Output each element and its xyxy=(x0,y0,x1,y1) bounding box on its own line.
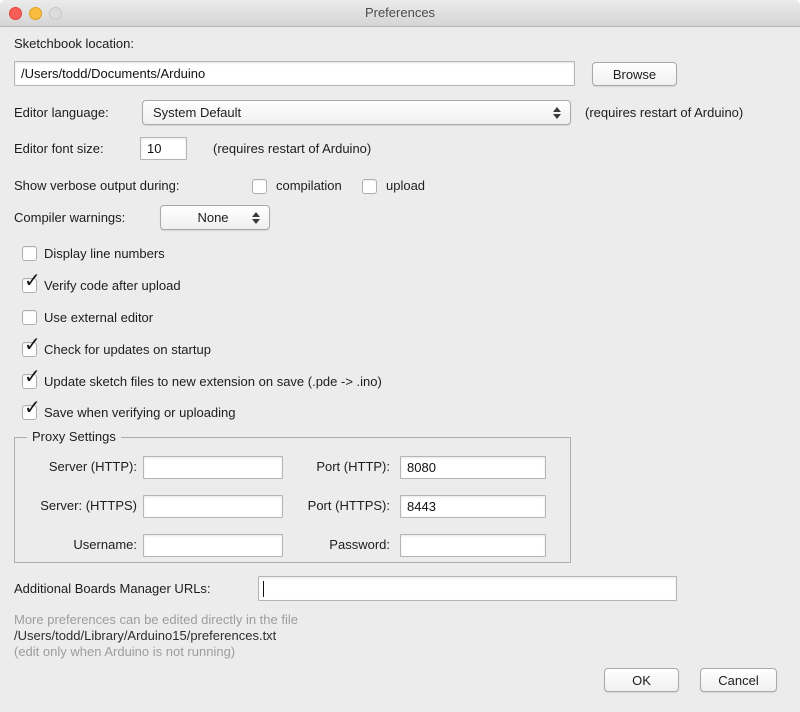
checkmark-icon: ✓ xyxy=(24,334,41,354)
editor-font-size-note: (requires restart of Arduino) xyxy=(213,141,371,157)
display-line-numbers-checkbox[interactable]: ✓ xyxy=(22,246,37,261)
sketchbook-location-label: Sketchbook location: xyxy=(14,36,134,52)
preferences-dialog: Preferences Sketchbook location: Browse … xyxy=(0,0,800,712)
use-external-editor-checkbox[interactable]: ✓ xyxy=(22,310,37,325)
boards-manager-urls-input[interactable] xyxy=(258,576,677,601)
compiler-warnings-select[interactable]: None xyxy=(160,205,270,230)
display-line-numbers-label: Display line numbers xyxy=(44,246,165,262)
password-input[interactable] xyxy=(400,534,546,557)
check-for-updates-label: Check for updates on startup xyxy=(44,342,211,358)
checkmark-icon: ✓ xyxy=(24,397,41,417)
stepper-arrows-icon xyxy=(252,206,260,229)
compilation-checkbox-label: compilation xyxy=(276,178,342,194)
editor-font-size-label: Editor font size: xyxy=(14,141,104,157)
username-label: Username: xyxy=(14,537,137,553)
checkmark-icon: ✓ xyxy=(24,270,41,290)
ok-button[interactable]: OK xyxy=(604,668,679,692)
verify-code-after-upload-checkbox[interactable]: ✓ xyxy=(22,278,37,293)
proxy-settings-legend: Proxy Settings xyxy=(27,429,121,445)
username-input[interactable] xyxy=(143,534,283,557)
title-bar[interactable]: Preferences xyxy=(0,0,800,27)
browse-button[interactable]: Browse xyxy=(592,62,677,86)
editor-language-label: Editor language: xyxy=(14,105,109,121)
port-http-input[interactable] xyxy=(400,456,546,479)
window-controls xyxy=(9,7,62,20)
stepper-arrows-icon xyxy=(553,101,561,124)
upload-checkbox-label: upload xyxy=(386,178,425,194)
footer-note-line1: More preferences can be edited directly … xyxy=(14,612,298,628)
server-http-label: Server (HTTP): xyxy=(14,459,137,475)
editor-language-note: (requires restart of Arduino) xyxy=(585,105,743,121)
save-when-verifying-label: Save when verifying or uploading xyxy=(44,405,236,421)
boards-manager-urls-label: Additional Boards Manager URLs: xyxy=(14,581,211,597)
port-http-label: Port (HTTP): xyxy=(290,459,390,475)
check-for-updates-checkbox[interactable]: ✓ xyxy=(22,342,37,357)
footer-note-line3: (edit only when Arduino is not running) xyxy=(14,644,235,660)
save-when-verifying-checkbox[interactable]: ✓ xyxy=(22,405,37,420)
use-external-editor-label: Use external editor xyxy=(44,310,153,326)
sketchbook-location-input[interactable] xyxy=(14,61,575,86)
window-title: Preferences xyxy=(0,0,800,26)
editor-language-select[interactable]: System Default xyxy=(142,100,571,125)
cancel-button[interactable]: Cancel xyxy=(700,668,777,692)
compilation-checkbox[interactable]: ✓ xyxy=(252,179,267,194)
port-https-input[interactable] xyxy=(400,495,546,518)
checkmark-icon: ✓ xyxy=(24,366,41,386)
server-http-input[interactable] xyxy=(143,456,283,479)
editor-font-size-input[interactable] xyxy=(140,137,187,160)
verify-code-after-upload-label: Verify code after upload xyxy=(44,278,181,294)
update-sketch-files-checkbox[interactable]: ✓ xyxy=(22,374,37,389)
verbose-output-label: Show verbose output during: xyxy=(14,178,180,194)
text-caret xyxy=(263,581,264,597)
zoom-button-icon xyxy=(49,7,62,20)
server-https-label: Server: (HTTPS) xyxy=(14,498,137,514)
port-https-label: Port (HTTPS): xyxy=(290,498,390,514)
compiler-warnings-label: Compiler warnings: xyxy=(14,210,125,226)
server-https-input[interactable] xyxy=(143,495,283,518)
editor-language-value: System Default xyxy=(143,105,241,120)
update-sketch-files-label: Update sketch files to new extension on … xyxy=(44,374,382,390)
minimize-button-icon[interactable] xyxy=(29,7,42,20)
upload-checkbox[interactable]: ✓ xyxy=(362,179,377,194)
preferences-file-path: /Users/todd/Library/Arduino15/preference… xyxy=(14,628,276,644)
password-label: Password: xyxy=(290,537,390,553)
close-button-icon[interactable] xyxy=(9,7,22,20)
